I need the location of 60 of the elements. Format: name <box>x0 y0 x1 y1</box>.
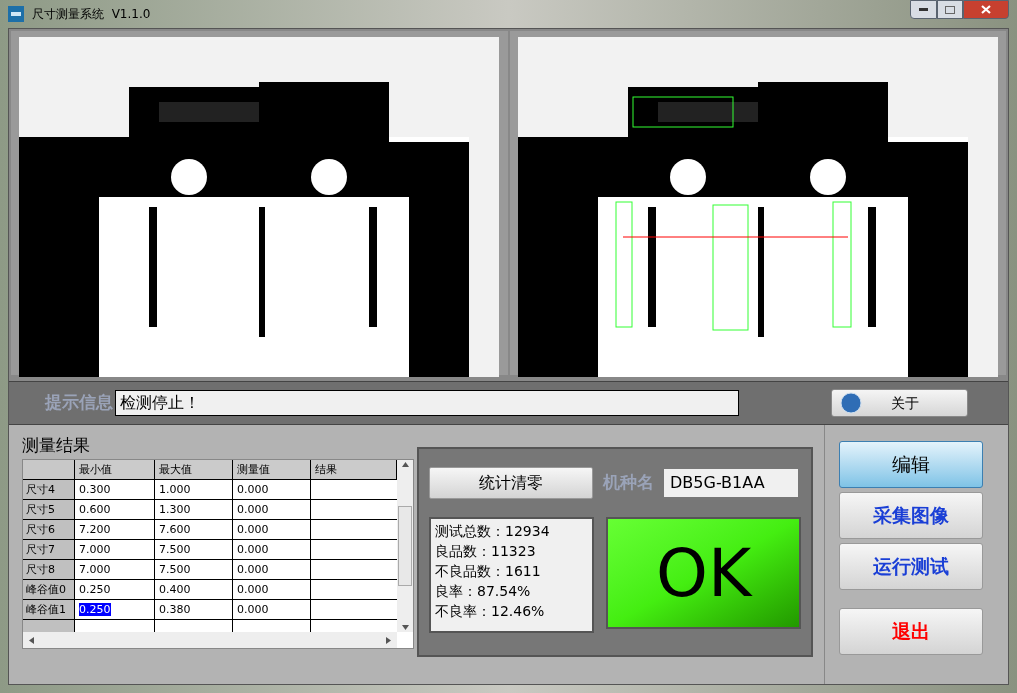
prompt-label: 提示信息 <box>45 391 113 415</box>
table-cell: 7.500 <box>155 560 233 579</box>
table-cell: 0.600 <box>75 500 155 519</box>
table-cell: 7.200 <box>75 520 155 539</box>
model-label: 机种名 <box>603 471 654 495</box>
window-title: 尺寸测量系统 V1.1.0 <box>32 6 151 23</box>
row-header: 尺寸8 <box>23 560 75 579</box>
minimize-icon <box>919 8 928 11</box>
table-cell: 0.000 <box>233 560 311 579</box>
maximize-button[interactable] <box>937 0 963 19</box>
table-cell: 1.300 <box>155 500 233 519</box>
table-cell: 7.500 <box>155 540 233 559</box>
action-button[interactable]: 运行测试 <box>839 543 983 590</box>
stat-line: 不良率：12.46% <box>435 602 546 621</box>
scroll-right-icon <box>386 636 391 644</box>
table-cell: 0.300 <box>75 480 155 499</box>
about-button[interactable]: 关于 <box>831 389 968 417</box>
table-cell: 0.400 <box>155 580 233 599</box>
stat-line: 测试总数：12934 <box>435 522 551 541</box>
row-header: 峰谷值1 <box>23 600 75 619</box>
table-cell: 0.380 <box>155 600 233 619</box>
close-button[interactable] <box>963 0 1009 19</box>
table-cell: 7.600 <box>155 520 233 539</box>
prompt-field: 检测停止！ <box>115 390 739 416</box>
row-header: 尺寸7 <box>23 540 75 559</box>
row-header: 尺寸6 <box>23 520 75 539</box>
table-cell: 7.000 <box>75 540 155 559</box>
table-cell: 0.000 <box>233 480 311 499</box>
table-cell: 0.000 <box>233 540 311 559</box>
scroll-up-icon <box>401 462 409 467</box>
table-cell: 0.000 <box>233 500 311 519</box>
app-icon <box>8 6 24 22</box>
stat-line: 良品数：11323 <box>435 542 537 561</box>
stat-line: 良率：87.54% <box>435 582 532 601</box>
row-header: 尺寸4 <box>23 480 75 499</box>
vertical-scrollbar[interactable] <box>397 460 413 632</box>
scroll-left-icon <box>29 636 34 644</box>
table-cell: 1.000 <box>155 480 233 499</box>
table-cell: 0.250 <box>75 600 155 619</box>
maximize-icon <box>945 5 955 14</box>
table-cell: 0.250 <box>75 580 155 599</box>
model-field[interactable]: DB5G-B1AA <box>664 469 798 497</box>
table-cell: 0.000 <box>233 580 311 599</box>
action-button[interactable]: 编辑 <box>839 441 983 488</box>
row-header: 尺寸5 <box>23 500 75 519</box>
result-indicator: OK <box>606 517 801 629</box>
close-icon <box>981 5 991 14</box>
help-icon <box>840 392 862 414</box>
row-header: 峰谷值0 <box>23 580 75 599</box>
minimize-button[interactable] <box>910 0 937 19</box>
scroll-down-icon <box>401 625 409 630</box>
table-cell: 0.000 <box>233 520 311 539</box>
horizontal-scrollbar[interactable] <box>23 632 397 648</box>
section-title: 测量结果 <box>22 434 91 457</box>
scroll-thumb[interactable] <box>398 506 412 586</box>
stat-line: 不良品数：1611 <box>435 562 542 581</box>
reset-stats-button[interactable]: 统计清零 <box>429 467 593 499</box>
table-cell: 7.000 <box>75 560 155 579</box>
table-cell: 0.000 <box>233 600 311 619</box>
action-button[interactable]: 采集图像 <box>839 492 983 539</box>
